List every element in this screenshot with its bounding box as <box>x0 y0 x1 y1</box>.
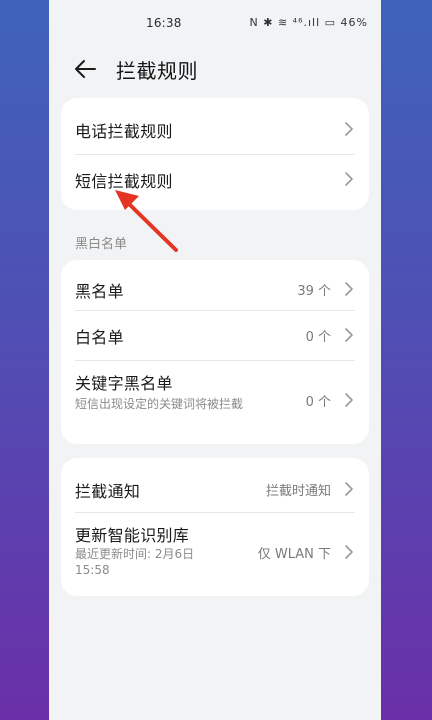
whitelist-count: 0 个 <box>305 330 331 345</box>
block-notification-value: 拦截时通知 <box>265 484 331 499</box>
chevron-right-icon <box>345 545 353 559</box>
update-library-label: 更新智能识别库 <box>75 526 190 545</box>
chevron-right-icon <box>345 282 353 296</box>
divider <box>75 360 355 361</box>
divider <box>75 154 355 155</box>
keyword-blacklist-description: 短信出现设定的关键词将被拦截 <box>75 397 244 411</box>
keyword-blacklist-count: 0 个 <box>305 395 331 410</box>
back-button[interactable] <box>71 54 101 84</box>
block-notification-item[interactable]: 拦截通知 拦截时通知 <box>75 478 355 502</box>
status-time: 16:38 <box>146 16 182 30</box>
divider <box>75 512 355 513</box>
settings-card: 拦截通知 拦截时通知 更新智能识别库 最近更新时间: 2月6日 15:58 仅 … <box>61 458 369 596</box>
chevron-right-icon <box>345 328 353 342</box>
section-title-black-white-list: 黑白名单 <box>75 237 128 252</box>
update-library-item[interactable]: 更新智能识别库 最近更新时间: 2月6日 15:58 仅 WLAN 下 <box>75 522 355 586</box>
rules-card: 电话拦截规则 短信拦截规则 <box>61 98 369 210</box>
blacklist-label: 黑名单 <box>75 282 124 301</box>
blacklist-count: 39 个 <box>297 284 331 299</box>
page-title: 拦截规则 <box>116 59 198 83</box>
sms-rules-label: 短信拦截规则 <box>75 172 173 191</box>
sms-rules-item[interactable]: 短信拦截规则 <box>75 168 355 192</box>
last-update-time: 最近更新时间: 2月6日 15:58 <box>75 547 195 577</box>
status-icons: N ✱ ≋ ⁴⁶.ıll ▭ 46% <box>249 16 368 29</box>
back-arrow-icon <box>75 60 96 78</box>
status-bar: 16:38 N ✱ ≋ ⁴⁶.ıll ▭ 46% <box>49 0 381 46</box>
keyword-blacklist-item[interactable]: 关键字黑名单 短信出现设定的关键词将被拦截 0 个 <box>75 370 355 434</box>
lists-card: 黑名单 39 个 白名单 0 个 关键字黑名单 短信出现设定的关键词将被拦截 0… <box>61 260 369 444</box>
title-bar: 拦截规则 <box>49 48 381 92</box>
chevron-right-icon <box>345 393 353 407</box>
phone-rules-item[interactable]: 电话拦截规则 <box>75 118 355 142</box>
phone-screen: 16:38 N ✱ ≋ ⁴⁶.ıll ▭ 46% 拦截规则 电话拦截规则 短信拦… <box>49 0 381 720</box>
blacklist-item[interactable]: 黑名单 39 个 <box>75 278 355 302</box>
chevron-right-icon <box>345 172 353 186</box>
chevron-right-icon <box>345 482 353 496</box>
chevron-right-icon <box>345 122 353 136</box>
keyword-blacklist-label: 关键字黑名单 <box>75 374 173 393</box>
divider <box>75 310 355 311</box>
whitelist-label: 白名单 <box>75 328 124 347</box>
update-library-value: 仅 WLAN 下 <box>257 547 331 562</box>
whitelist-item[interactable]: 白名单 0 个 <box>75 324 355 348</box>
phone-rules-label: 电话拦截规则 <box>75 122 173 141</box>
block-notification-label: 拦截通知 <box>75 482 141 501</box>
